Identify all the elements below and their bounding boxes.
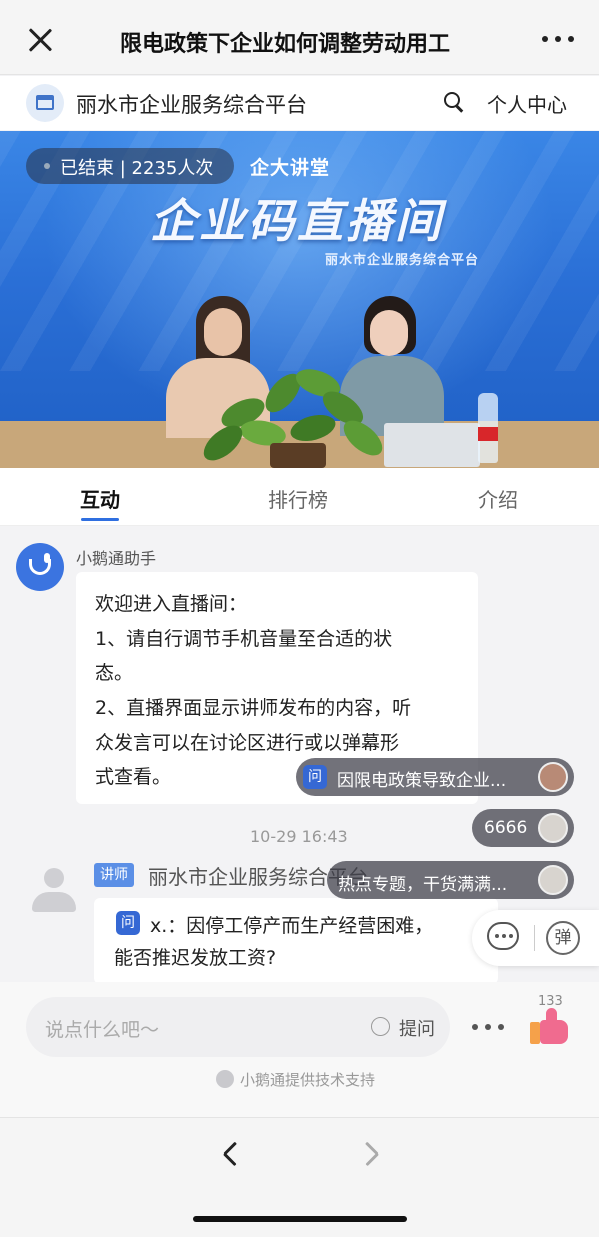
assistant-avatar[interactable] <box>16 543 64 591</box>
danmaku-avatar <box>538 813 568 843</box>
tab-intro[interactable]: 介绍 <box>478 484 518 513</box>
close-icon[interactable] <box>26 26 54 54</box>
danmaku-text: 热点专题，干货满满... <box>338 875 508 895</box>
welcome-line: 众发言可以在讨论区进行或以弹幕形 <box>95 732 400 754</box>
welcome-line: 1、请自行调节手机音量至合适的状 <box>95 628 393 650</box>
danmaku-question-badge: 问 <box>303 765 327 789</box>
lecturer-badge: 讲师 <box>94 863 134 887</box>
live-video-player[interactable]: 企大讲堂 企业码直播间 丽水市企业服务综合平台 已结束 | 2235人次 <box>0 131 599 468</box>
comment-input-placeholder[interactable]: 说点什么吧～ <box>45 1015 159 1042</box>
question-badge: 问 <box>116 911 140 935</box>
active-tab-indicator <box>81 518 119 521</box>
danmaku-avatar <box>538 762 568 792</box>
plant-pot <box>270 443 326 468</box>
divider <box>534 925 535 951</box>
chat-bubble-icon[interactable] <box>487 922 521 954</box>
ask-radio-icon[interactable] <box>371 1017 390 1036</box>
home-indicator[interactable] <box>193 1216 407 1222</box>
page-title: 限电政策下企业如何调整劳动用工 <box>120 32 451 57</box>
thumbs-up-icon[interactable] <box>530 1008 570 1046</box>
more-icon[interactable] <box>542 36 576 44</box>
welcome-line: 2、直播界面显示讲师发布的内容，听 <box>95 697 412 719</box>
welcome-line: 态。 <box>95 662 134 684</box>
live-status-text: 已结束 | 2235人次 <box>60 158 214 179</box>
danmaku-text: 因限电政策导致企业... <box>337 771 507 791</box>
danmu-toggle-button[interactable]: 弹 <box>546 921 580 955</box>
shop-icon[interactable] <box>26 84 64 122</box>
search-icon[interactable] <box>444 92 464 113</box>
banner-subtitle: 企大讲堂 <box>250 157 331 179</box>
tech-support-text: 小鹅通提供技术支持 <box>240 1071 376 1089</box>
banner-org: 丽水市企业服务综合平台 <box>325 253 480 268</box>
chevron-left-icon[interactable] <box>220 1142 240 1164</box>
chevron-right-icon[interactable] <box>362 1142 382 1164</box>
question-text: 能否推迟发放工资? <box>114 947 277 969</box>
bottle-label <box>478 427 498 441</box>
tab-ranking[interactable]: 排行榜 <box>268 484 328 513</box>
status-dot <box>44 163 50 169</box>
welcome-line: 欢迎进入直播间： <box>95 593 248 615</box>
laptop <box>384 423 480 467</box>
danmaku-avatar <box>538 865 568 895</box>
tab-interaction[interactable]: 互动 <box>80 484 120 513</box>
question-text: x.：因停工停产而生产经营困难， <box>150 915 434 937</box>
assistant-name: 小鹅通助手 <box>76 549 157 568</box>
xiaoetong-logo-icon <box>216 1070 234 1088</box>
personal-center-link[interactable]: 个人中心 <box>487 89 567 118</box>
more-options-icon[interactable] <box>472 1024 504 1030</box>
platform-name[interactable]: 丽水市企业服务综合平台 <box>76 89 307 119</box>
like-count: 133 <box>538 994 563 1009</box>
ask-question-toggle[interactable]: 提问 <box>399 1015 435 1041</box>
banner-title: 企业码直播间 <box>150 194 444 248</box>
message-timestamp: 10-29 16:43 <box>250 827 348 846</box>
welcome-line: 式查看。 <box>95 766 172 788</box>
lecturer-avatar[interactable] <box>30 868 78 916</box>
danmaku-text: 6666 <box>484 818 528 838</box>
